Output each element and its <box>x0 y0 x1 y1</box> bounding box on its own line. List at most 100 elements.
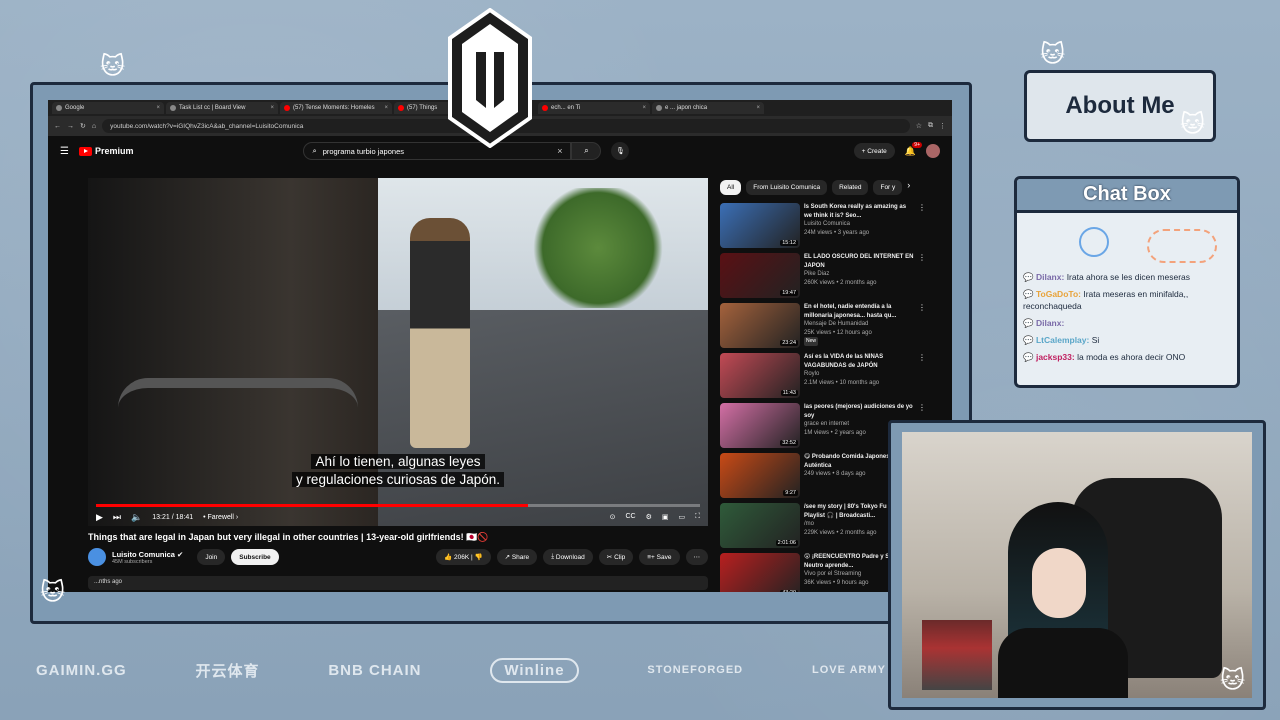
tab-youtube-3[interactable]: ech... en Ti × <box>538 102 650 114</box>
google-icon <box>56 105 62 111</box>
recommendation-channel[interactable]: Roylo <box>804 370 914 379</box>
youtube-icon <box>398 105 404 111</box>
close-icon[interactable]: × <box>156 105 160 111</box>
recommendation-title[interactable]: las peores (mejores) audiciones de yo so… <box>804 403 914 420</box>
youtube-logo[interactable]: Premium <box>78 146 133 156</box>
download-button[interactable]: ⤓ Download <box>543 549 593 565</box>
hamburger-menu-icon[interactable]: ☰ <box>60 146 69 157</box>
captions-icon[interactable]: CC <box>625 513 635 521</box>
video-thumbnail[interactable]: 43:20 <box>720 553 800 592</box>
chat-user-icon: 💬 <box>1023 289 1034 299</box>
extensions-icon[interactable]: ⧉ <box>928 122 933 130</box>
video-thumbnail[interactable]: 32:52 <box>720 403 800 448</box>
video-thumbnail[interactable]: 19:47 <box>720 253 800 298</box>
chip-for-you[interactable]: For y <box>873 180 903 195</box>
close-icon[interactable]: × <box>642 105 646 111</box>
save-icon: ≡+ <box>647 553 657 561</box>
notifications-icon[interactable]: 🔔 9+ <box>905 141 922 157</box>
tab-task-list[interactable]: Task List cc | Board View × <box>166 102 278 114</box>
recommendation-channel[interactable]: Mensaje De Humanidad <box>804 320 914 329</box>
more-icon[interactable]: ⋮ <box>918 203 926 248</box>
video-progress-bar[interactable] <box>96 504 700 507</box>
recommendation-item[interactable]: 15:12 Is South Korea really as amazing a… <box>720 203 950 248</box>
video-player[interactable]: Ahí lo tienen, algunas leyes y regulacio… <box>88 178 708 526</box>
subscribe-button[interactable]: Subscribe <box>231 549 279 565</box>
chip-related[interactable]: Related <box>832 180 869 195</box>
create-button[interactable]: + Create <box>853 143 895 159</box>
thumbs-down-icon[interactable]: 👎 <box>474 553 482 561</box>
search-button[interactable]: ⌕ <box>571 142 602 160</box>
close-icon[interactable]: × <box>756 105 760 111</box>
back-icon[interactable]: ← <box>54 123 61 130</box>
clip-button[interactable]: ✂ Clip <box>598 549 634 565</box>
description-box[interactable]: ...nths ago <box>88 576 708 590</box>
theater-mode-icon[interactable]: ▭ <box>678 513 685 521</box>
chat-text: Irata ahora se les dicen meseras <box>1066 272 1190 282</box>
google-icon <box>656 105 662 111</box>
recommendation-title[interactable]: Así es la VIDA de las NIÑAS VAGABUNDAS d… <box>804 353 914 370</box>
recommendation-item[interactable]: 19:47 EL LADO OSCURO DEL INTERNET EN JAP… <box>720 253 950 298</box>
save-button[interactable]: ≡+ Save <box>639 549 680 565</box>
tab-google-2[interactable]: e ... japon chica × <box>652 102 764 114</box>
recommendation-title[interactable]: En el hotel, nadie entendía a la millona… <box>804 303 914 320</box>
close-icon[interactable]: × <box>270 105 274 111</box>
chevron-right-icon[interactable]: › <box>907 180 910 195</box>
clear-search-icon[interactable]: × <box>557 146 562 156</box>
close-icon[interactable]: × <box>384 105 388 111</box>
video-thumbnail[interactable]: 2:01:06 <box>720 503 800 548</box>
more-icon[interactable]: ⋮ <box>918 253 926 298</box>
more-actions-button[interactable]: ⋯ <box>685 549 708 565</box>
recommendation-title[interactable]: Is South Korea really as amazing as we t… <box>804 203 914 220</box>
share-button[interactable]: ↗ Share <box>496 549 538 565</box>
duration-badge: 11:43 <box>780 390 798 396</box>
more-icon[interactable]: ⋮ <box>918 353 926 398</box>
more-icon[interactable]: ⋮ <box>918 303 926 348</box>
video-thumbnail[interactable]: 15:12 <box>720 203 800 248</box>
miniplayer-icon[interactable]: ▣ <box>662 513 669 521</box>
video-thumbnail[interactable]: 11:43 <box>720 353 800 398</box>
like-button[interactable]: 👍 206K | 👎 <box>436 549 491 565</box>
share-icon: ↗ <box>504 554 512 561</box>
play-icon[interactable]: ▶ <box>96 512 103 523</box>
voice-search-button[interactable]: 🎙 <box>611 142 630 160</box>
duration-badge: 23:24 <box>780 340 798 346</box>
recommendation-item[interactable]: 11:43 Así es la VIDA de las NIÑAS VAGABU… <box>720 353 950 398</box>
duration-badge: 43:20 <box>780 590 798 592</box>
cat-icon: 🐱 <box>1040 41 1066 68</box>
channel-name[interactable]: Luisito Comunica ✔ <box>112 550 183 559</box>
chat-user-icon: 💬 <box>1023 318 1034 328</box>
recommendation-channel[interactable]: Pike Diaz <box>804 270 914 279</box>
bookmark-icon[interactable]: ☆ <box>916 122 922 130</box>
chip-from-channel[interactable]: From Luisito Comunica <box>746 180 828 195</box>
autoplay-toggle[interactable]: ⊙ <box>610 513 616 521</box>
scissors-icon: ✂ <box>606 554 615 561</box>
chapter-label[interactable]: • Farewell › <box>203 514 238 521</box>
home-icon[interactable]: ⌂ <box>92 123 96 130</box>
recommendation-item[interactable]: 23:24 En el hotel, nadie entendía a la m… <box>720 303 950 348</box>
recommendation-meta: 25K views • 12 hours ago <box>804 329 872 336</box>
youtube-icon <box>542 105 548 111</box>
recommendation-title[interactable]: EL LADO OSCURO DEL INTERNET EN JAPON <box>804 253 914 270</box>
video-thumbnail[interactable]: 23:24 <box>720 303 800 348</box>
video-thumbnail[interactable]: 9:27 <box>720 453 800 498</box>
account-avatar[interactable] <box>926 144 940 158</box>
chat-user-icon: 💬 <box>1023 272 1034 282</box>
video-actions: 👍 206K | 👎 ↗ Share ⤓ Download ✂ Clip ≡+ … <box>436 549 708 565</box>
volume-icon[interactable]: 🔈 <box>131 512 142 523</box>
recommendation-channel[interactable]: Luisito Comunica <box>804 220 914 229</box>
chat-message: 💬 ToGaDoTo: Irata meseras en minifalda,,… <box>1023 288 1231 312</box>
channel-avatar[interactable] <box>88 548 106 566</box>
chat-username: LtCalemplay: <box>1035 335 1090 345</box>
next-icon[interactable]: ⏭ <box>113 512 121 523</box>
notification-badge: 9+ <box>912 141 922 148</box>
join-button[interactable]: Join <box>197 549 226 565</box>
settings-icon[interactable]: ⚙ <box>646 513 652 521</box>
fullscreen-icon[interactable]: ⛶ <box>695 513 700 521</box>
forward-icon[interactable]: → <box>67 123 74 130</box>
chat-username: Dilanx: <box>1035 272 1065 282</box>
tab-google[interactable]: Google × <box>52 102 164 114</box>
menu-icon[interactable]: ⋮ <box>939 122 946 130</box>
tab-youtube-1[interactable]: (57) Tense Moments: Homeles × <box>280 102 392 114</box>
reload-icon[interactable]: ↻ <box>80 122 86 130</box>
chip-all[interactable]: All <box>720 180 742 195</box>
